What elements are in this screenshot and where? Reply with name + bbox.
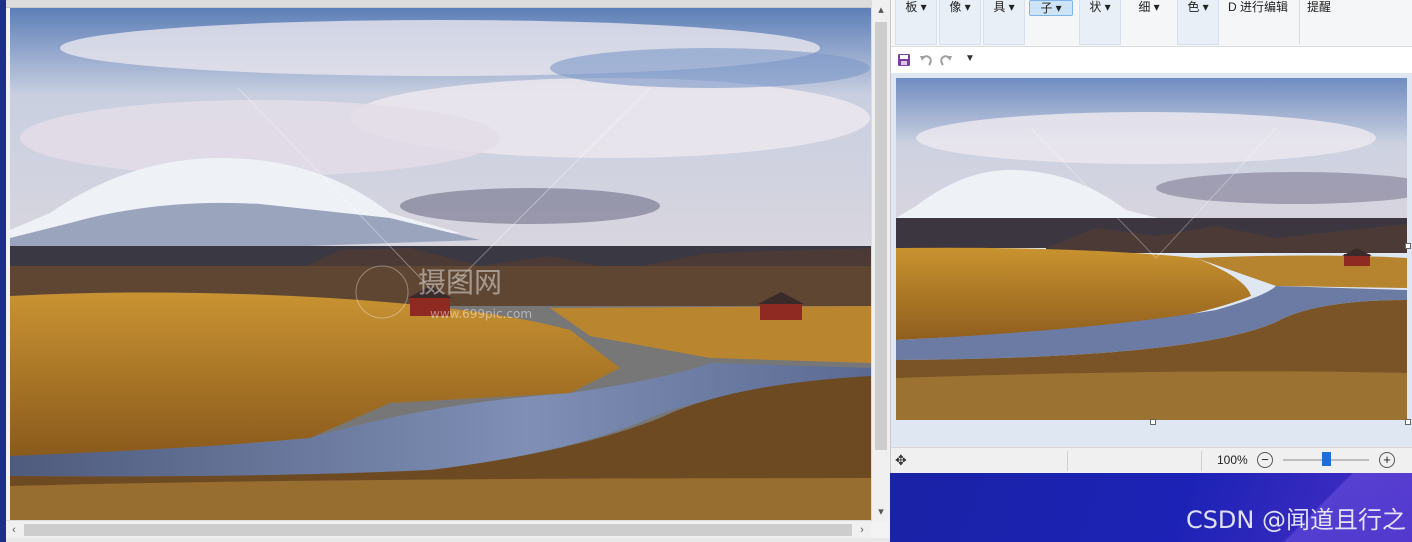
scroll-down-icon[interactable]: ▾ [875, 505, 887, 519]
scroll-right-icon[interactable]: › [856, 521, 868, 539]
ribbon-group-label: 板 ▾ [905, 0, 927, 14]
ribbon-group-label: D 进行编辑 [1227, 0, 1288, 14]
horizontal-scroll-thumb[interactable] [24, 524, 852, 536]
ribbon-group-alert[interactable]: 提醒 [1299, 0, 1338, 44]
scroll-left-icon[interactable]: ‹ [8, 521, 20, 539]
ribbon-group-label: 像 ▾ [949, 0, 971, 14]
csdn-watermark: CSDN @闻道且行之 [1185, 506, 1406, 534]
zoom-out-button[interactable]: − [1257, 452, 1273, 468]
canvas-photo-art [896, 78, 1407, 420]
ribbon-group-label: 色 ▾ [1187, 0, 1209, 14]
resize-handle-corner[interactable] [1405, 419, 1411, 425]
ribbon: 板 ▾ 像 ▾ 具 ▾ 子 ▾ 状 ▾ 细 ▾ 色 ▾ D 进行编辑 提醒 [891, 0, 1412, 47]
save-icon[interactable] [897, 53, 911, 67]
ribbon-group-brushes[interactable]: 子 ▾ [1029, 0, 1073, 44]
ribbon-group-image[interactable]: 像 ▾ [939, 0, 981, 45]
ribbon-group-label: 细 ▾ [1138, 0, 1160, 14]
ribbon-group-tools[interactable]: 具 ▾ [983, 0, 1025, 45]
viewer-status-bar [6, 538, 890, 542]
viewer-top-bar [6, 0, 890, 8]
undo-icon[interactable] [919, 53, 933, 67]
resize-handle-bottom[interactable] [1150, 419, 1156, 425]
zoom-percent: 100% [1217, 453, 1248, 467]
ribbon-group-clipboard[interactable]: 板 ▾ [895, 0, 937, 45]
ribbon-group-label: 子 ▾ [1029, 0, 1073, 16]
scroll-up-icon[interactable]: ▴ [875, 3, 887, 17]
zoom-slider-thumb[interactable] [1321, 452, 1331, 466]
move-icon: ✥ [895, 452, 907, 468]
ribbon-group-label: 状 ▾ [1089, 0, 1111, 14]
ribbon-group-shapes[interactable]: 状 ▾ [1079, 0, 1121, 45]
desktop-background: CSDN @闻道且行之 [890, 473, 1412, 542]
vertical-scroll-thumb[interactable] [875, 22, 887, 450]
zoom-in-button[interactable]: + [1379, 452, 1395, 468]
status-divider [1201, 451, 1202, 471]
image-viewer-window: 摄图网 www.699pic.com ▴ ▾ ‹ › [0, 0, 891, 542]
status-divider [1067, 451, 1068, 471]
paint-status-bar: ✥ 100% − + [891, 447, 1412, 474]
canvas-image[interactable] [896, 78, 1407, 420]
landscape-photo: 摄图网 www.699pic.com [10, 8, 871, 520]
overlay-logo-subtext: www.699pic.com [430, 307, 532, 321]
canvas-area[interactable] [891, 73, 1412, 447]
ribbon-group-edit-3d[interactable]: D 进行编辑 [1223, 0, 1293, 44]
overlay-logo-text: 摄图网 [418, 266, 502, 299]
ribbon-group-size[interactable]: 细 ▾ [1127, 0, 1171, 44]
ribbon-group-label: 具 ▾ [993, 0, 1015, 14]
desktop-edge [0, 0, 6, 542]
ribbon-group-colors[interactable]: 色 ▾ [1177, 0, 1219, 45]
quick-access-toolbar: ▼ [891, 47, 1412, 73]
ribbon-group-label: 提醒 [1306, 0, 1331, 14]
redo-icon[interactable] [939, 53, 953, 67]
horizontal-scrollbar[interactable]: ‹ › [6, 520, 871, 539]
landscape-photo-art: 摄图网 www.699pic.com [10, 8, 871, 520]
resize-handle-right[interactable] [1405, 243, 1411, 249]
customize-qat-icon[interactable]: ▼ [965, 53, 975, 64]
paint-window: 板 ▾ 像 ▾ 具 ▾ 子 ▾ 状 ▾ 细 ▾ 色 ▾ D 进行编辑 提醒 ▼ … [890, 0, 1412, 474]
vertical-scrollbar[interactable]: ▴ ▾ [871, 0, 891, 522]
